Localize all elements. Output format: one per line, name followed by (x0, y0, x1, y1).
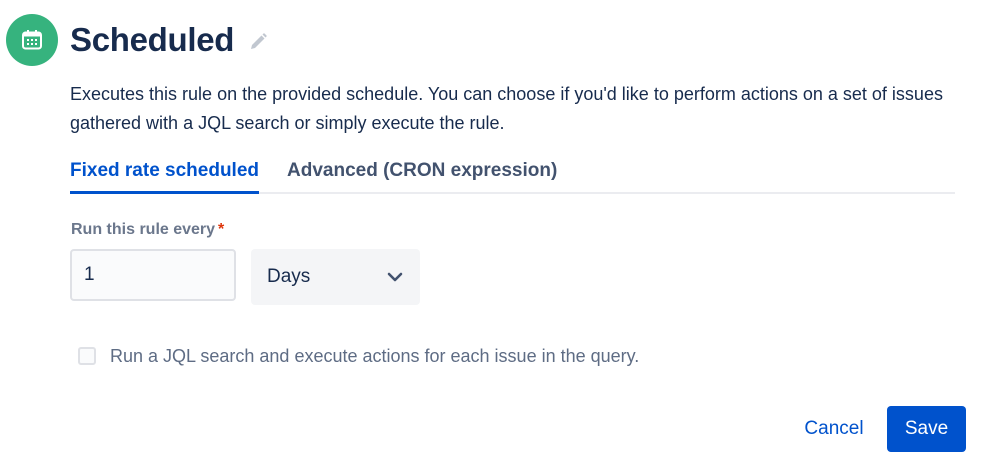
rule-description: Executes this rule on the provided sched… (70, 84, 943, 133)
pencil-icon[interactable] (248, 32, 268, 52)
interval-unit-value: Days (267, 266, 311, 287)
cancel-button[interactable]: Cancel (795, 406, 873, 452)
tab-fixed-rate[interactable]: Fixed rate scheduled (70, 152, 260, 194)
interval-unit-select[interactable]: Days (251, 249, 420, 305)
save-button[interactable]: Save (887, 406, 966, 452)
calendar-icon (6, 14, 58, 66)
trigger-header: Scheduled (6, 12, 268, 68)
tab-cron-expression[interactable]: Advanced (CRON expression) (287, 152, 557, 192)
interval-label: Run this rule every * (71, 221, 224, 239)
interval-label-text: Run this rule every (71, 221, 216, 238)
jql-checkbox-label[interactable]: Run a JQL search and execute actions for… (110, 346, 639, 367)
jql-option: Run a JQL search and execute actions for… (78, 343, 639, 369)
chevron-down-icon (386, 268, 404, 286)
required-marker: * (218, 221, 225, 238)
jql-checkbox[interactable] (78, 347, 96, 365)
page-title: Scheduled (70, 21, 235, 58)
schedule-tabs: Fixed rate scheduled Advanced (CRON expr… (70, 152, 955, 194)
interval-input[interactable] (70, 249, 236, 301)
